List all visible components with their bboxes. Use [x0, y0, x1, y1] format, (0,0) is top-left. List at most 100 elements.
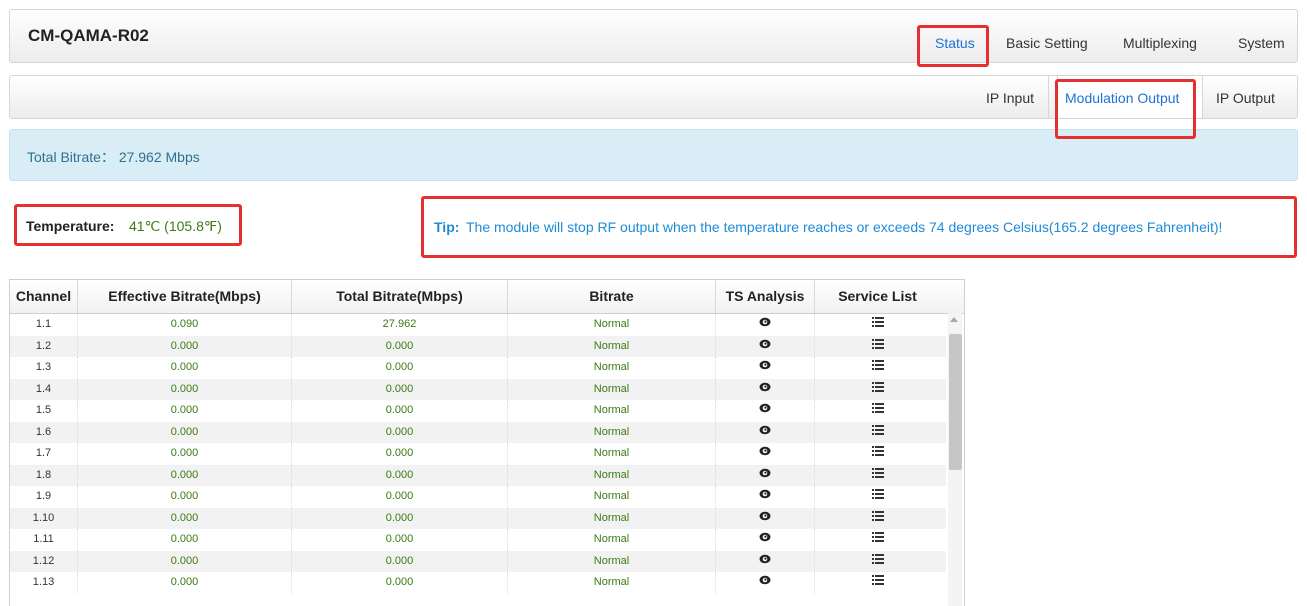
list-icon[interactable] — [871, 400, 884, 422]
cell-bitrate-status: Normal — [508, 378, 716, 400]
table-row: 1.11 0.000 0.000 Normal — [10, 529, 946, 551]
table-header: Channel Effective Bitrate(Mbps) Total Bi… — [10, 280, 964, 314]
table-row: 1.9 0.000 0.000 Normal — [10, 486, 946, 508]
cell-ts-analysis — [716, 572, 815, 594]
list-icon[interactable] — [871, 443, 884, 465]
cell-ts-analysis — [716, 529, 815, 551]
nav-system[interactable]: System — [1238, 35, 1285, 51]
cell-service-list — [815, 443, 940, 465]
nav-basic-setting[interactable]: Basic Setting — [1006, 35, 1088, 51]
cell-service-list — [815, 336, 940, 358]
cell-ts-analysis — [716, 400, 815, 422]
table-row: 1.13 0.000 0.000 Normal — [10, 572, 946, 594]
cell-service-list — [815, 314, 940, 336]
col-bitrate: Bitrate — [508, 280, 716, 313]
eye-icon[interactable] — [759, 400, 771, 422]
cell-service-list — [815, 357, 940, 379]
cell-channel: 1.3 — [10, 357, 78, 379]
col-ts-analysis: TS Analysis — [716, 280, 815, 313]
cell-total-bitrate: 0.000 — [292, 443, 508, 465]
cell-total-bitrate: 0.000 — [292, 378, 508, 400]
cell-channel: 1.5 — [10, 400, 78, 422]
list-icon[interactable] — [871, 379, 884, 401]
cell-effective-bitrate: 0.000 — [78, 400, 292, 422]
cell-service-list — [815, 379, 940, 401]
total-bitrate-text: Total Bitrate： 27.962 Mbps — [27, 149, 200, 165]
list-icon[interactable] — [871, 357, 884, 379]
highlight-status — [917, 25, 989, 67]
cell-bitrate-status: Normal — [508, 335, 716, 357]
cell-effective-bitrate: 0.000 — [78, 529, 292, 551]
eye-icon[interactable] — [759, 529, 771, 551]
cell-channel: 1.11 — [10, 529, 78, 551]
cell-total-bitrate: 0.000 — [292, 550, 508, 572]
cell-effective-bitrate: 0.000 — [78, 550, 292, 572]
channel-table: Channel Effective Bitrate(Mbps) Total Bi… — [9, 279, 965, 606]
cell-total-bitrate: 0.000 — [292, 529, 508, 551]
list-icon[interactable] — [871, 529, 884, 551]
cell-bitrate-status: Normal — [508, 421, 716, 443]
eye-icon[interactable] — [759, 508, 771, 530]
nav-multiplexing[interactable]: Multiplexing — [1123, 35, 1197, 51]
cell-effective-bitrate: 0.000 — [78, 378, 292, 400]
col-effective-bitrate: Effective Bitrate(Mbps) — [78, 280, 292, 313]
table-row: 1.2 0.000 0.000 Normal — [10, 335, 946, 358]
eye-icon[interactable] — [759, 357, 771, 379]
cell-effective-bitrate: 0.000 — [78, 421, 292, 443]
cell-total-bitrate: 0.000 — [292, 400, 508, 422]
table-row: 1.12 0.000 0.000 Normal — [10, 550, 946, 573]
cell-ts-analysis — [716, 550, 815, 573]
cell-effective-bitrate: 0.090 — [78, 314, 292, 336]
cell-ts-analysis — [716, 378, 815, 401]
table-row: 1.6 0.000 0.000 Normal — [10, 421, 946, 444]
cell-effective-bitrate: 0.000 — [78, 357, 292, 379]
cell-ts-analysis — [716, 314, 815, 336]
cell-total-bitrate: 0.000 — [292, 572, 508, 594]
cell-ts-analysis — [716, 357, 815, 379]
cell-bitrate-status: Normal — [508, 464, 716, 486]
cell-service-list — [815, 572, 940, 594]
scrollbar-thumb[interactable] — [949, 334, 962, 470]
list-icon[interactable] — [871, 314, 884, 336]
eye-icon[interactable] — [759, 465, 771, 487]
scroll-up-arrow-icon[interactable] — [950, 317, 958, 322]
eye-icon[interactable] — [759, 422, 771, 444]
cell-channel: 1.7 — [10, 443, 78, 465]
cell-ts-analysis — [716, 464, 815, 487]
tab-ip-output[interactable]: IP Output — [1216, 90, 1275, 106]
tab-ip-input[interactable]: IP Input — [986, 90, 1034, 106]
table-row: 1.7 0.000 0.000 Normal — [10, 443, 946, 465]
eye-icon[interactable] — [759, 314, 771, 336]
table-row: 1.3 0.000 0.000 Normal — [10, 357, 946, 379]
list-icon[interactable] — [871, 551, 884, 573]
cell-ts-analysis — [716, 443, 815, 465]
highlight-temperature — [14, 204, 242, 246]
cell-service-list — [815, 422, 940, 444]
cell-service-list — [815, 508, 940, 530]
list-icon[interactable] — [871, 508, 884, 530]
list-icon[interactable] — [871, 336, 884, 358]
list-icon[interactable] — [871, 486, 884, 508]
cell-effective-bitrate: 0.000 — [78, 335, 292, 357]
list-icon[interactable] — [871, 422, 884, 444]
eye-icon[interactable] — [759, 336, 771, 358]
cell-service-list — [815, 486, 940, 508]
eye-icon[interactable] — [759, 379, 771, 401]
col-channel: Channel — [10, 280, 78, 313]
cell-service-list — [815, 465, 940, 487]
cell-channel: 1.9 — [10, 486, 78, 508]
eye-icon[interactable] — [759, 572, 771, 594]
list-icon[interactable] — [871, 465, 884, 487]
table-row: 1.8 0.000 0.000 Normal — [10, 464, 946, 487]
eye-icon[interactable] — [759, 486, 771, 508]
eye-icon[interactable] — [759, 551, 771, 573]
table-body: 1.1 0.090 27.962 Normal 1.2 0.000 0.000 Normal 1… — [10, 314, 946, 594]
eye-icon[interactable] — [759, 443, 771, 465]
col-total-bitrate: Total Bitrate(Mbps) — [292, 280, 508, 313]
cell-bitrate-status: Normal — [508, 550, 716, 572]
list-icon[interactable] — [871, 572, 884, 594]
cell-bitrate-status: Normal — [508, 400, 716, 422]
cell-effective-bitrate: 0.000 — [78, 507, 292, 529]
cell-channel: 1.8 — [10, 464, 78, 486]
cell-effective-bitrate: 0.000 — [78, 464, 292, 486]
